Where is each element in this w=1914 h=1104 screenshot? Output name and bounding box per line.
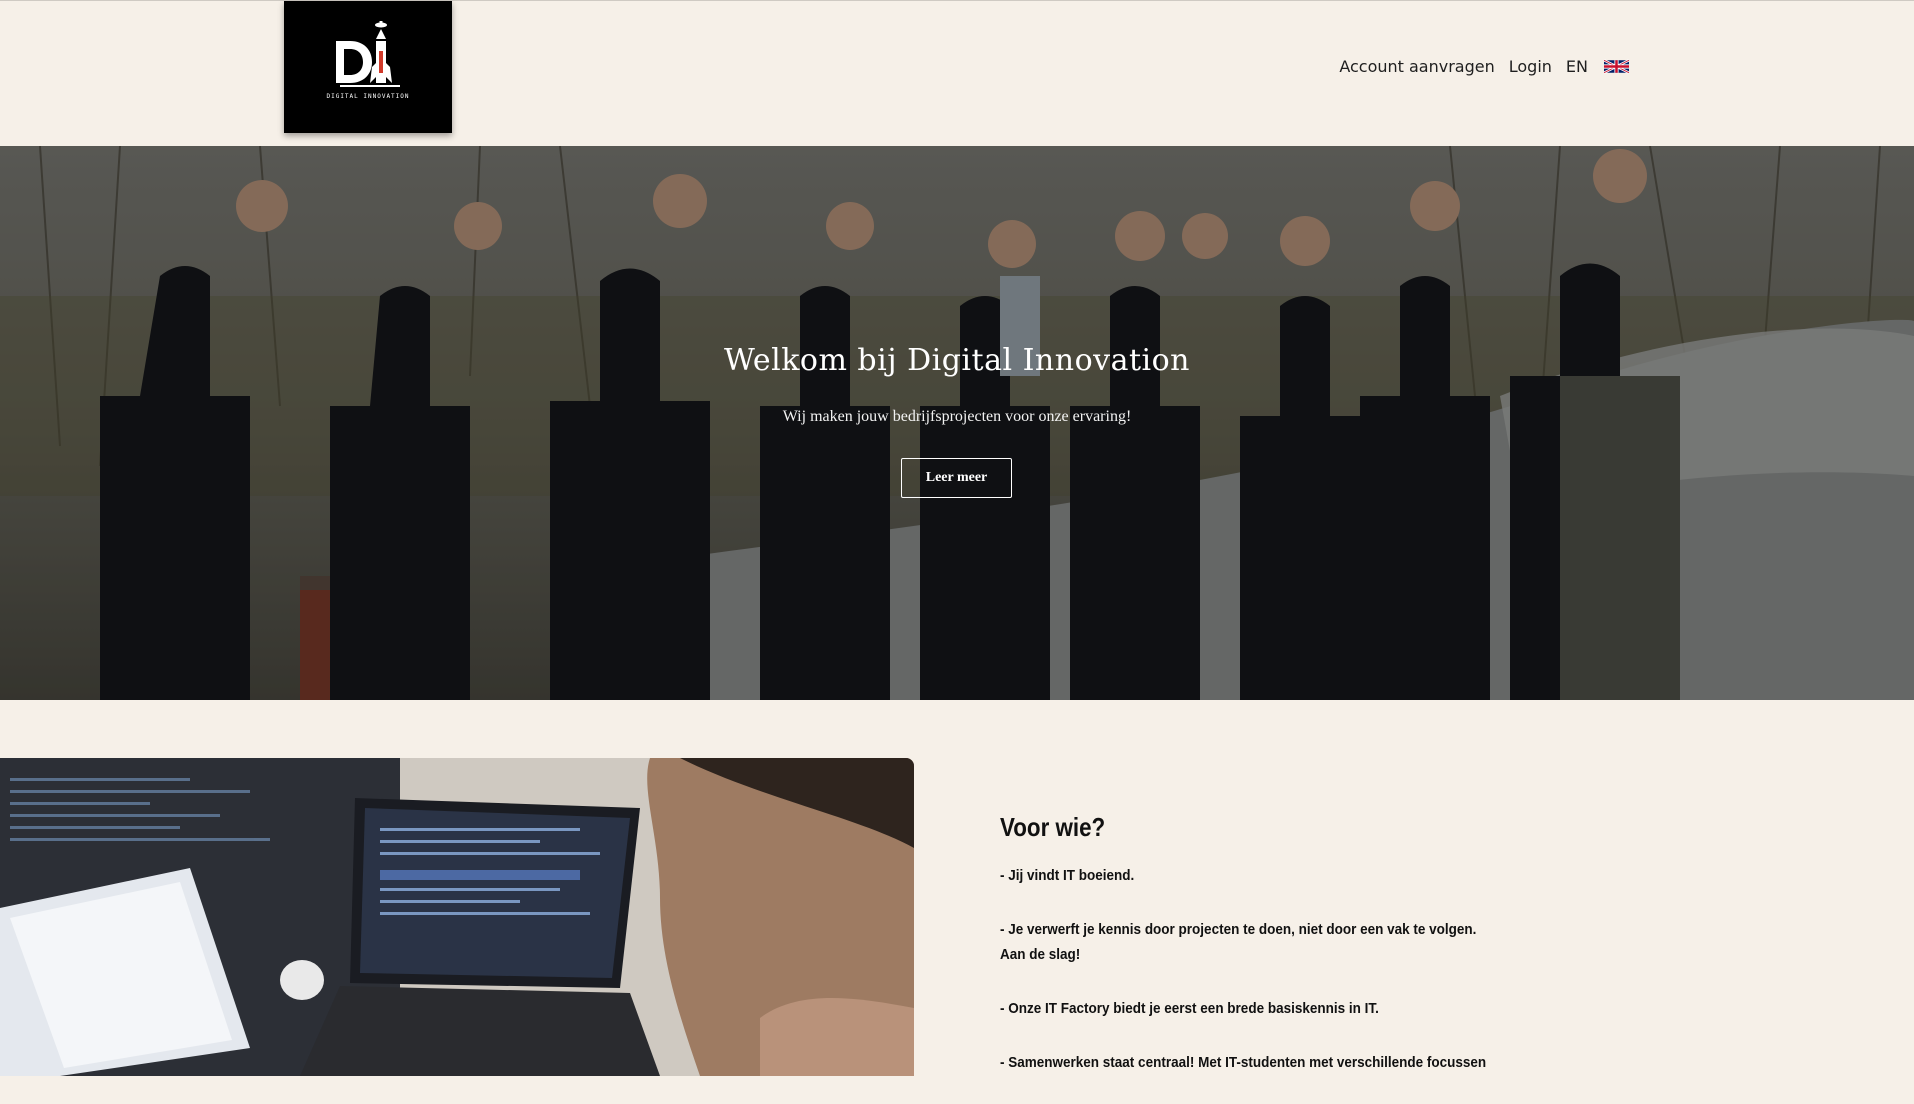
- list-item: Aan de slag!: [1000, 946, 1081, 963]
- list-item: - Samenwerken staat centraal! Met IT-stu…: [1000, 1054, 1487, 1071]
- uk-flag-icon[interactable]: [1603, 59, 1630, 74]
- list-item: - Je verwerft je kennis door projecten t…: [1000, 921, 1477, 938]
- coder-image: [0, 758, 914, 1076]
- hero-title: Welkom bij Digital Innovation: [723, 343, 1191, 378]
- hero-banner: Welkom bij Digital Innovation Wij maken …: [0, 146, 1914, 700]
- site-header: DIGITAL INNOVATION Account aanvragen Log…: [0, 0, 1914, 146]
- language-link[interactable]: EN: [1566, 57, 1588, 76]
- learn-more-button[interactable]: Leer meer: [901, 458, 1012, 498]
- logo-subtitle: DIGITAL INNOVATION: [326, 93, 410, 100]
- list-item: - Jij vindt IT boeiend.: [1000, 867, 1135, 884]
- top-nav: Account aanvragen Login EN: [1339, 57, 1630, 76]
- logo-mark-icon: [336, 21, 400, 87]
- section-title: Voor wie?: [1000, 812, 1106, 842]
- account-request-link[interactable]: Account aanvragen: [1339, 57, 1494, 76]
- logo[interactable]: DIGITAL INNOVATION: [284, 1, 452, 133]
- list-item: - Onze IT Factory biedt je eerst een bre…: [1000, 1000, 1379, 1017]
- hero-subtitle: Wij maken jouw bedrijfsprojecten voor on…: [782, 408, 1132, 425]
- login-link[interactable]: Login: [1509, 57, 1552, 76]
- target-audience-section: Voor wie? - Jij vindt IT boeiend. - Je v…: [1000, 812, 1520, 1104]
